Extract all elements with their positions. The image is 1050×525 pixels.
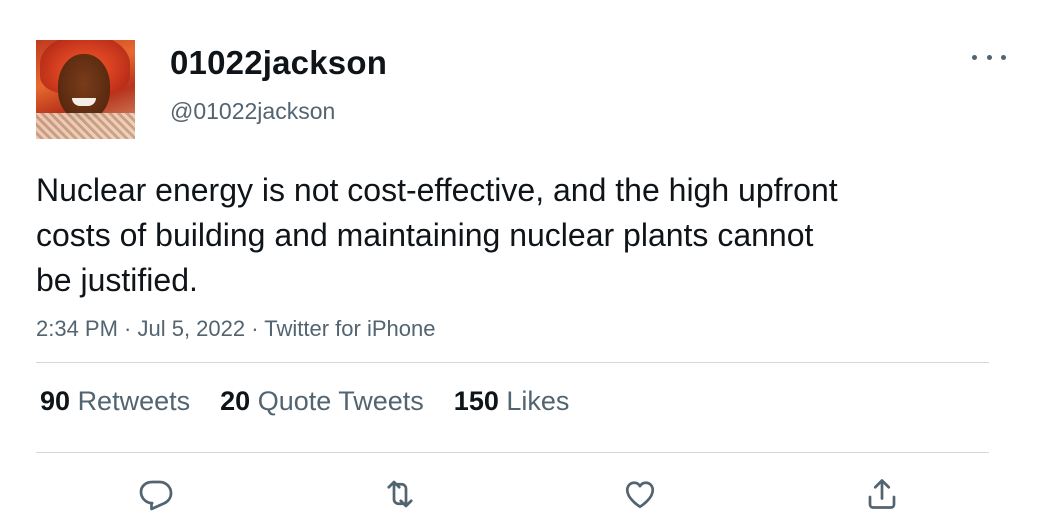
retweet-icon	[387, 480, 413, 508]
avatar-face	[58, 54, 110, 120]
avatar-garment	[36, 113, 135, 139]
author-display-name[interactable]: 01022jackson	[170, 44, 387, 82]
divider	[36, 362, 989, 363]
tweet-text: Nuclear energy is not cost-effective, an…	[36, 172, 838, 298]
retweets-stat[interactable]: 90 Retweets	[40, 386, 190, 417]
likes-count: 150	[453, 386, 499, 416]
retweet-button[interactable]	[380, 474, 420, 514]
likes-stat[interactable]: 150 Likes	[454, 386, 570, 417]
quote-tweets-label: Quote Tweets	[257, 386, 424, 416]
heart-icon	[625, 481, 655, 509]
like-button[interactable]	[620, 474, 660, 514]
avatar[interactable]	[36, 40, 135, 139]
quote-tweets-stat[interactable]: 20 Quote Tweets	[220, 386, 424, 417]
divider	[36, 452, 989, 453]
reply-icon	[139, 480, 173, 511]
more-dot	[972, 54, 977, 60]
author-handle[interactable]: @01022jackson	[170, 98, 335, 125]
more-dot	[986, 54, 992, 60]
more-dot	[1001, 54, 1006, 60]
retweets-count: 90	[40, 386, 71, 416]
more-options-icon[interactable]	[972, 46, 1006, 68]
likes-label: Likes	[506, 386, 570, 416]
retweets-label: Retweets	[77, 386, 191, 416]
reply-button[interactable]	[136, 474, 176, 514]
share-button[interactable]	[862, 474, 902, 514]
quote-tweets-count: 20	[220, 386, 251, 416]
share-icon	[868, 479, 896, 509]
engagement-stats: 90 Retweets 20 Quote Tweets 150 Likes	[40, 386, 569, 417]
tweet-timestamp[interactable]: 2:34 PM · Jul 5, 2022 · Twitter for iPho…	[36, 316, 435, 342]
